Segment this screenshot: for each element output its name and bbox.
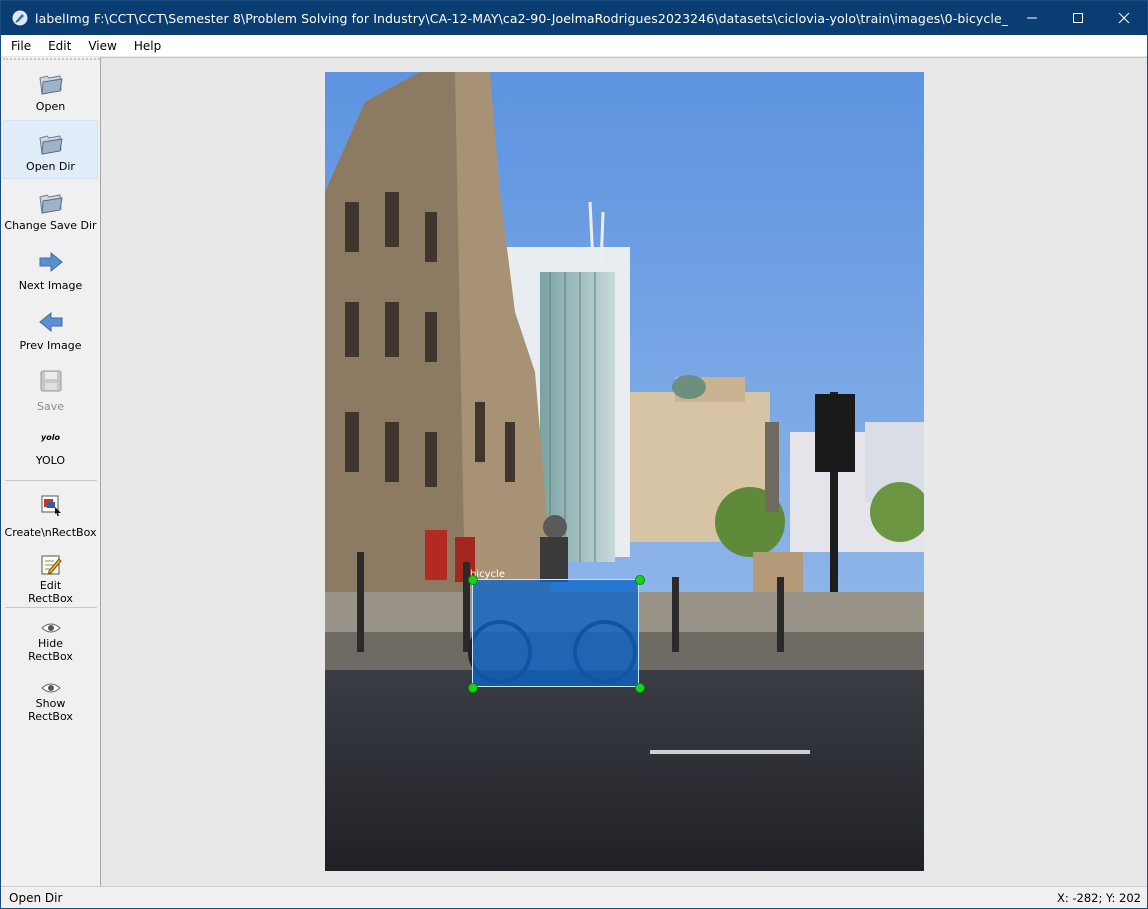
window-title: labelImg F:\CCT\CCT\Semester 8\Problem S… [35,10,1009,26]
folder-open-icon [38,126,64,156]
street-photo: bicycle [325,72,924,871]
change-save-dir-label: Change Save Dir [4,219,97,232]
open-button[interactable]: Open [3,60,98,120]
open-dir-label: Open Dir [26,160,75,173]
edit-rectbox-label-2: RectBox [28,592,73,605]
format-yolo-button[interactable]: yolo YOLO [3,418,98,480]
cursor-coordinates: X: -282; Y: 202 [1056,891,1141,905]
save-button[interactable]: Save [3,358,98,418]
menu-help[interactable]: Help [127,39,168,53]
create-rectbox-label: Create\nRectBox [4,526,97,539]
close-button[interactable] [1101,1,1147,35]
minimize-button[interactable] [1009,1,1055,35]
create-rectbox-icon [39,487,63,517]
create-rectbox-button[interactable]: Create\nRectBox [3,481,98,543]
open-dir-button[interactable]: Open Dir [3,120,98,179]
title-bar[interactable]: labelImg F:\CCT\CCT\Semester 8\Problem S… [1,1,1147,35]
edit-pencil-icon [39,547,63,577]
bbox-handle-top-left[interactable] [468,575,478,585]
bbox-handle-bottom-left[interactable] [468,683,478,693]
hide-rectbox-button[interactable]: Hide RectBox [3,608,98,668]
image-canvas[interactable]: bicycle [100,57,1147,887]
labelimg-app-icon [11,9,29,27]
annotation-bbox[interactable] [472,579,639,687]
show-rectbox-label-1: Show [35,697,66,710]
bbox-handle-top-right[interactable] [635,575,645,585]
next-image-label: Next Image [18,279,83,292]
prev-image-button[interactable]: Prev Image [3,298,98,358]
prev-image-label: Prev Image [19,339,82,352]
yolo-format-icon: yolo [41,420,60,444]
yolo-icon-text: yolo [41,433,60,442]
hide-rectbox-label-2: RectBox [28,650,73,663]
eye-icon [40,672,61,694]
bbox-handle-bottom-right[interactable] [635,683,645,693]
hide-rectbox-label-1: Hide [37,637,64,650]
format-label: YOLO [35,454,66,467]
status-bar: Open Dir X: -282; Y: 202 [1,886,1147,908]
save-label: Save [36,400,64,413]
menu-file[interactable]: File [4,39,38,53]
left-toolbar: Open Open Dir Change Save Dir Next Image… [3,58,100,887]
floppy-disk-icon [39,363,63,393]
menu-view[interactable]: View [81,39,123,53]
open-label: Open [35,100,66,113]
arrow-right-icon [38,243,64,273]
folder-open-icon [38,66,64,96]
edit-rectbox-label-1: Edit [39,579,62,592]
folder-open-icon [38,185,64,215]
eye-icon [40,612,61,634]
status-message: Open Dir [9,891,63,905]
maximize-button[interactable] [1055,1,1101,35]
show-rectbox-button[interactable]: Show RectBox [3,668,98,734]
next-image-button[interactable]: Next Image [3,239,98,298]
show-rectbox-label-2: RectBox [28,710,73,723]
arrow-left-icon [38,303,64,333]
edit-rectbox-button[interactable]: Edit RectBox [3,543,98,607]
menu-bar: File Edit View Help [1,35,1147,57]
menu-edit[interactable]: Edit [41,39,78,53]
change-save-dir-button[interactable]: Change Save Dir [3,179,98,239]
labelimg-window: labelImg F:\CCT\CCT\Semester 8\Problem S… [0,0,1148,909]
